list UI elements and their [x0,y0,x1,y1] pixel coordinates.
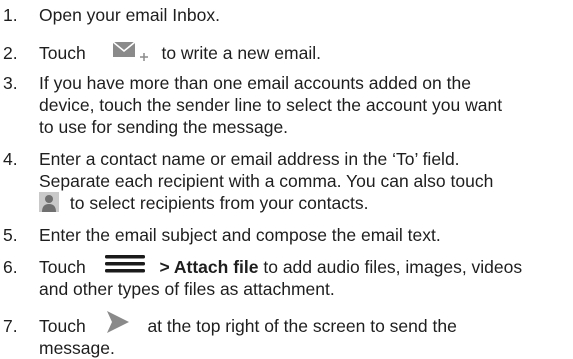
step-text-line: to use for sending the message. [39,117,289,137]
step-text-line: Enter a contact name or email address in… [39,149,460,169]
step-number: 3. [3,73,18,93]
step-text-after: to add audio files, images, videos [263,257,523,277]
step-text-line: Separate each recipient with a comma. Yo… [39,171,494,191]
step-text-line: If you have more than one email accounts… [39,73,471,93]
step-text: Open your email Inbox. [39,5,220,25]
step-text-line: and other types of files as attachment. [39,279,335,299]
menu-path: > Attach file [159,257,259,277]
step-text-line: device, touch the sender line to select … [39,95,503,115]
compose-mail-icon [112,39,151,63]
step-number: 2. [3,43,18,63]
step-text-after: to write a new email. [161,43,321,63]
step-number: 4. [3,149,18,169]
contact-person-icon [39,192,59,213]
step-text-before: Touch [39,43,86,63]
send-icon [106,311,129,334]
step-number: 7. [3,316,18,336]
step-number: 1. [3,5,18,25]
step-text-after: at the top right of the screen to send t… [147,316,457,336]
step-text-line: message. [39,338,115,358]
step-text-before: Touch [39,316,86,336]
menu-icon [104,254,145,274]
step-text: Enter the email subject and compose the … [39,225,441,245]
step-number: 5. [3,225,18,245]
step-text-before: Touch [39,257,86,277]
step-text-after: to select recipients from your contacts. [69,193,369,213]
step-number: 6. [3,257,18,277]
